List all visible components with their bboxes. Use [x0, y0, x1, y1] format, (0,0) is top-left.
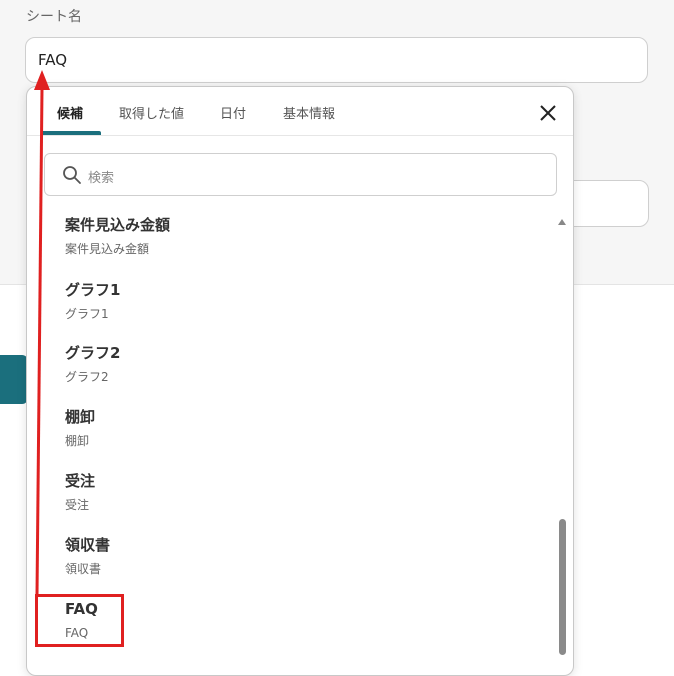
list-item[interactable]: グラフ2 グラフ2 [65, 344, 120, 384]
tab-date[interactable]: 日付 [220, 103, 246, 122]
close-button[interactable] [537, 102, 559, 124]
active-tab-indicator [41, 131, 101, 135]
popup-tabs: 候補 取得した値 日付 基本情報 [27, 87, 573, 136]
item-title: 案件見込み金額 [65, 216, 171, 234]
item-subtitle: 棚卸 [65, 434, 90, 448]
list-item[interactable]: 棚卸 棚卸 [65, 408, 95, 448]
suggestion-popup: 候補 取得した値 日付 基本情報 検索 案件見込み金額 案件見込み金額 グラフ1… [26, 86, 574, 676]
scroll-up-arrow[interactable] [558, 219, 566, 225]
search-placeholder: 検索 [88, 171, 115, 186]
item-subtitle: 領収書 [65, 562, 102, 576]
item-title: 棚卸 [65, 408, 96, 426]
search-input[interactable]: 検索 [44, 153, 557, 196]
item-title: グラフ1 [65, 281, 121, 299]
sheet-name-label: シート名 [26, 9, 82, 25]
item-title: 領収書 [65, 536, 111, 554]
list-item[interactable]: 領収書 領収書 [65, 536, 110, 576]
annotation-highlight-box [35, 594, 124, 647]
item-subtitle: グラフ2 [65, 370, 109, 384]
item-subtitle: グラフ1 [65, 307, 109, 321]
sheet-name-input[interactable]: FAQ [25, 37, 648, 83]
list-item[interactable]: グラフ1 グラフ1 [65, 281, 120, 321]
close-icon [540, 105, 556, 121]
sheet-name-value: FAQ [38, 51, 68, 69]
item-subtitle: 受注 [65, 498, 90, 512]
item-title: 受注 [65, 472, 96, 490]
tab-retrieved-values[interactable]: 取得した値 [119, 103, 184, 122]
search-icon [63, 166, 81, 184]
tab-candidates[interactable]: 候補 [57, 103, 83, 122]
scrollbar-thumb[interactable] [559, 519, 566, 655]
list-item[interactable]: 受注 受注 [65, 472, 95, 512]
primary-action-button[interactable] [0, 355, 28, 404]
tab-basic-info[interactable]: 基本情報 [283, 103, 335, 122]
item-title: グラフ2 [65, 344, 121, 362]
list-item[interactable]: 案件見込み金額 案件見込み金額 [65, 216, 170, 256]
item-subtitle: 案件見込み金額 [65, 242, 150, 256]
